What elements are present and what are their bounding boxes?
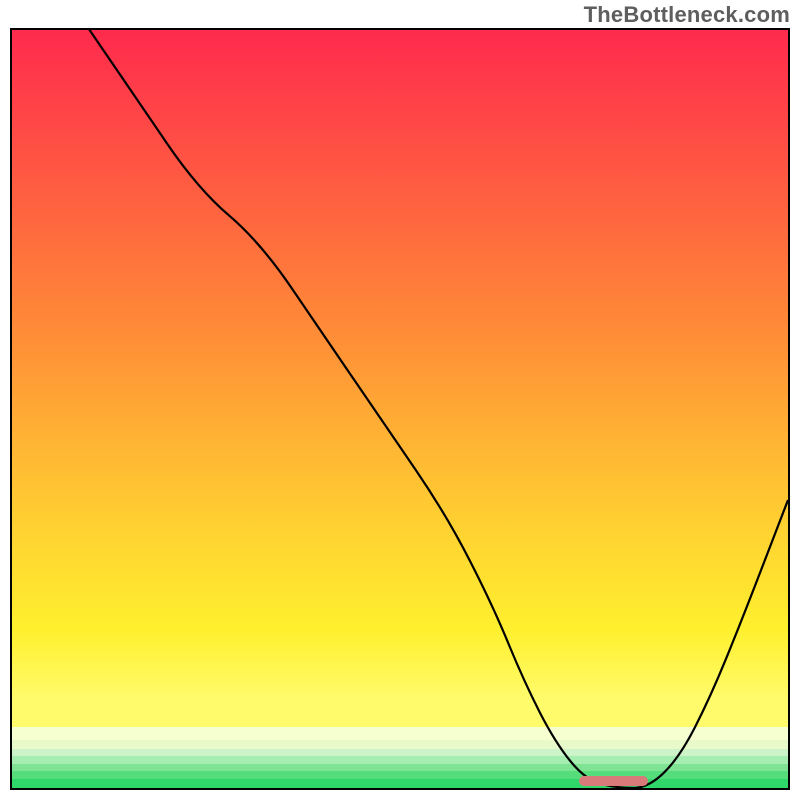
watermark-text: TheBottleneck.com: [584, 2, 790, 28]
chart-frame: [10, 28, 790, 790]
bottleneck-curve: [12, 30, 788, 788]
optimal-range-marker: [579, 776, 649, 786]
